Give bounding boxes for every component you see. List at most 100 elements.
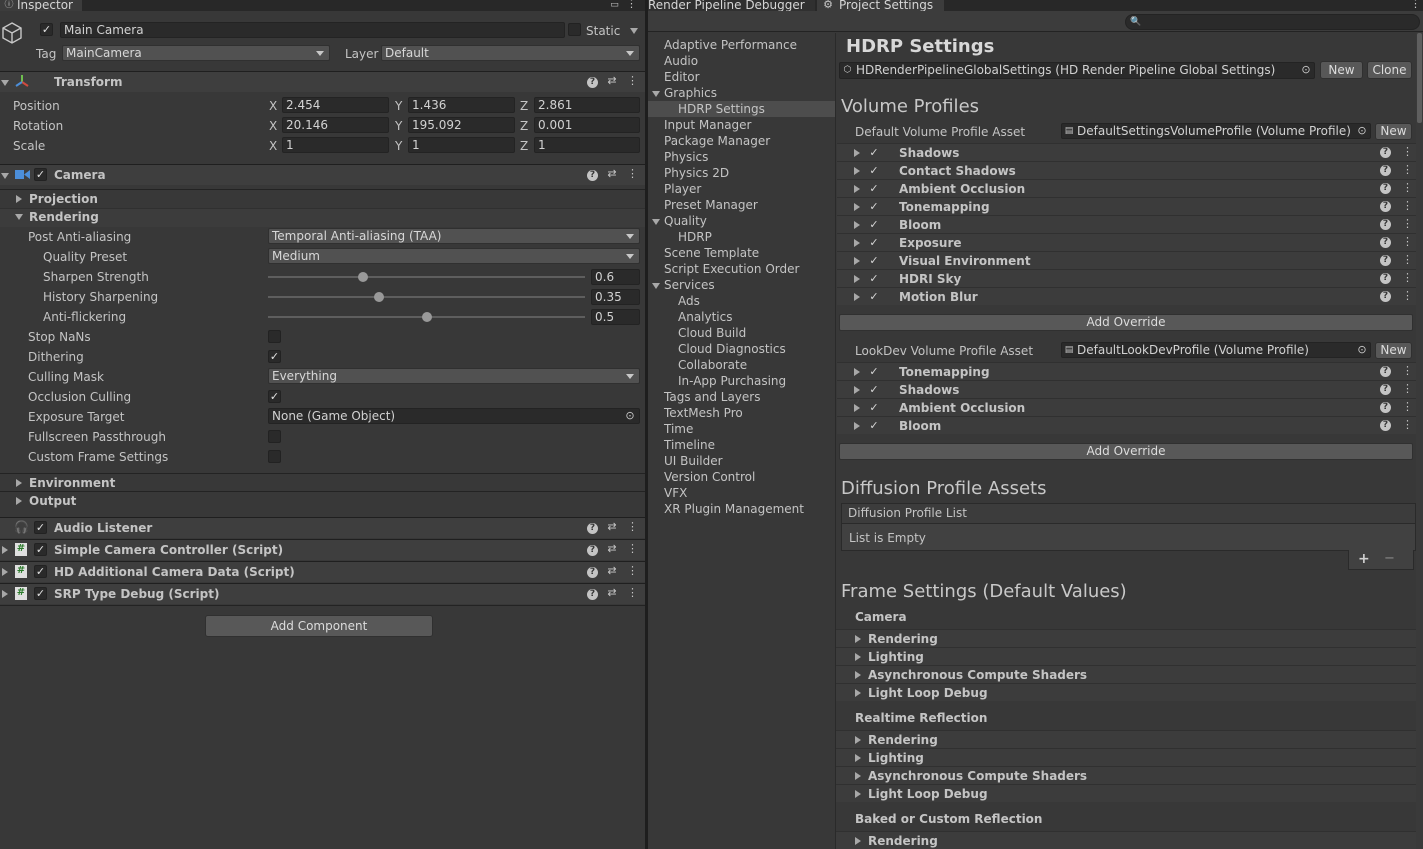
help-icon[interactable]: ? — [587, 567, 598, 578]
help-icon[interactable]: ? — [1380, 255, 1391, 266]
presets-icon[interactable]: ⇄ — [606, 587, 618, 599]
dithering-checkbox[interactable]: ✓ — [268, 350, 281, 363]
nav-item[interactable]: Adaptive Performance — [664, 37, 797, 53]
override-fold-arrow[interactable] — [854, 422, 860, 430]
output-fold-arrow[interactable] — [16, 497, 22, 505]
frame-settings-row[interactable]: Rendering — [836, 831, 1416, 849]
srp-type-debug-checkbox[interactable]: ✓ — [34, 587, 47, 600]
antiflicker-field[interactable]: 0.5 — [591, 309, 640, 325]
nav-item[interactable]: Audio — [664, 53, 698, 69]
nav-item[interactable]: Quality — [664, 213, 707, 229]
component-menu-icon[interactable]: ⋮ — [627, 565, 638, 577]
override-fold-arrow[interactable] — [854, 368, 860, 376]
lookdev-profile-field[interactable]: DefaultLookDevProfile (Volume Profile) — [1061, 342, 1371, 358]
fold-arrow[interactable] — [2, 546, 8, 554]
override-row[interactable]: ✓ Visual Environment? ⋮ — [837, 251, 1416, 269]
culling-mask-dropdown[interactable]: Everything — [268, 368, 640, 384]
override-enabled-checkbox[interactable]: ✓ — [868, 201, 880, 213]
override-enabled-checkbox[interactable]: ✓ — [868, 384, 880, 396]
position-y-field[interactable]: 1.436 — [408, 97, 515, 113]
frame-settings-fold-arrow[interactable] — [855, 837, 861, 845]
projection-section[interactable]: Projection — [29, 191, 98, 207]
help-icon[interactable]: ? — [1380, 237, 1391, 248]
component-menu-icon[interactable]: ⋮ — [627, 521, 638, 533]
help-icon[interactable]: ? — [1380, 384, 1391, 395]
nav-item[interactable]: Version Control — [664, 469, 755, 485]
rotation-x-label[interactable]: X — [269, 118, 277, 134]
frame-settings-fold-arrow[interactable] — [855, 653, 861, 661]
component-menu-icon[interactable]: ⋮ — [627, 543, 638, 555]
nav-item[interactable]: Services — [664, 277, 715, 293]
new-default-profile-button[interactable]: New — [1375, 123, 1412, 140]
rotation-y-label[interactable]: Y — [395, 118, 402, 134]
nav-fold-arrow[interactable] — [652, 283, 660, 289]
camera-enabled-checkbox[interactable]: ✓ — [34, 168, 47, 181]
help-icon[interactable]: ? — [1380, 165, 1391, 176]
stop-nans-checkbox[interactable] — [268, 330, 281, 343]
quality-preset-dropdown[interactable]: Medium — [268, 248, 640, 264]
rotation-z-field[interactable]: 0.001 — [534, 117, 640, 133]
frame-settings-row[interactable]: Light Loop Debug — [836, 784, 1416, 802]
history-slider[interactable] — [268, 292, 585, 302]
exposure-target-field[interactable]: None (Game Object) — [268, 408, 640, 424]
help-icon[interactable]: ? — [587, 523, 598, 534]
rotation-y-field[interactable]: 195.092 — [408, 117, 515, 133]
frame-settings-fold-arrow[interactable] — [855, 754, 861, 762]
frame-settings-row[interactable]: Light Loop Debug — [836, 683, 1416, 701]
nav-item[interactable]: Cloud Diagnostics — [678, 341, 786, 357]
frame-settings-fold-arrow[interactable] — [855, 736, 861, 744]
settings-search-input[interactable] — [1125, 14, 1420, 30]
object-picker-icon[interactable]: ⊙ — [624, 410, 636, 422]
override-menu-icon[interactable]: ⋮ — [1402, 146, 1413, 158]
help-icon[interactable]: ? — [1380, 291, 1391, 302]
nav-item[interactable]: UI Builder — [664, 453, 723, 469]
content-scrollbar[interactable] — [1416, 33, 1423, 849]
history-field[interactable]: 0.35 — [591, 289, 640, 305]
override-menu-icon[interactable]: ⋮ — [1402, 164, 1413, 176]
nav-item[interactable]: Scene Template — [664, 245, 759, 261]
override-fold-arrow[interactable] — [854, 293, 860, 301]
nav-item[interactable]: Timeline — [664, 437, 715, 453]
override-menu-icon[interactable]: ⋮ — [1402, 383, 1413, 395]
nav-fold-arrow[interactable] — [652, 219, 660, 225]
hd-additional-camera-data-checkbox[interactable]: ✓ — [34, 565, 47, 578]
override-enabled-checkbox[interactable]: ✓ — [868, 219, 880, 231]
nav-item[interactable]: HDRP Settings — [678, 101, 765, 117]
transform-fold-arrow[interactable] — [1, 80, 9, 86]
clone-global-settings-button[interactable]: Clone — [1367, 61, 1412, 79]
override-menu-icon[interactable]: ⋮ — [1402, 419, 1413, 431]
nav-item[interactable]: Player — [664, 181, 701, 197]
frame-settings-row[interactable]: Rendering — [836, 730, 1416, 748]
component-menu-icon[interactable]: ⋮ — [627, 75, 638, 87]
projection-fold-arrow[interactable] — [16, 195, 22, 203]
nav-item[interactable]: Physics 2D — [664, 165, 729, 181]
override-enabled-checkbox[interactable]: ✓ — [868, 237, 880, 249]
override-row[interactable]: ✓ Shadows? ⋮ — [837, 380, 1416, 398]
frame-settings-fold-arrow[interactable] — [855, 671, 861, 679]
rotation-x-field[interactable]: 20.146 — [282, 117, 389, 133]
frame-settings-row[interactable]: Rendering — [836, 629, 1416, 647]
override-enabled-checkbox[interactable]: ✓ — [868, 165, 880, 177]
fullscreen-passthrough-checkbox[interactable] — [268, 430, 281, 443]
override-menu-icon[interactable]: ⋮ — [1402, 254, 1413, 266]
nav-item[interactable]: Script Execution Order — [664, 261, 799, 277]
scale-z-label[interactable]: Z — [520, 138, 528, 154]
add-diffusion-profile-button[interactable]: + — [1358, 551, 1370, 567]
audio-listener-checkbox[interactable]: ✓ — [34, 521, 47, 534]
override-menu-icon[interactable]: ⋮ — [1402, 236, 1413, 248]
override-row[interactable]: ✓ Tonemapping? ⋮ — [837, 197, 1416, 215]
override-enabled-checkbox[interactable]: ✓ — [868, 273, 880, 285]
frame-settings-row[interactable]: Lighting — [836, 647, 1416, 665]
help-icon[interactable]: ? — [587, 589, 598, 600]
override-enabled-checkbox[interactable]: ✓ — [868, 147, 880, 159]
override-menu-icon[interactable]: ⋮ — [1402, 182, 1413, 194]
object-picker-icon[interactable]: ⊙ — [1300, 64, 1312, 76]
lock-icon[interactable]: ▭ — [609, 0, 620, 11]
fold-arrow[interactable] — [2, 568, 8, 576]
presets-icon[interactable]: ⇄ — [606, 521, 618, 533]
override-row[interactable]: ✓ Shadows? ⋮ — [837, 143, 1416, 161]
override-enabled-checkbox[interactable]: ✓ — [868, 366, 880, 378]
position-y-label[interactable]: Y — [395, 98, 402, 114]
override-row[interactable]: ✓ Ambient Occlusion? ⋮ — [837, 398, 1416, 416]
nav-splitter[interactable] — [835, 33, 836, 849]
